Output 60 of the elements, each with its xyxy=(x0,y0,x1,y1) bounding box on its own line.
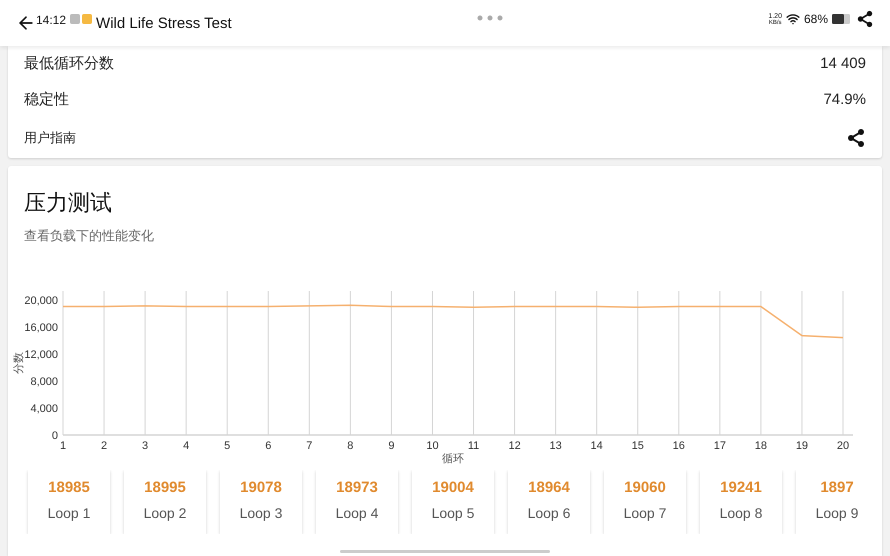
y-tick-label: 4,000 xyxy=(30,402,58,414)
x-tick-label: 1 xyxy=(60,440,66,452)
x-tick-label: 11 xyxy=(468,440,480,452)
loop-label: Loop 9 xyxy=(816,504,858,523)
x-axis-title: 循环 xyxy=(442,452,464,464)
x-tick-label: 9 xyxy=(388,440,394,452)
loop-label: Loop 7 xyxy=(624,504,666,523)
section-subtitle: 查看负载下的性能变化 xyxy=(23,227,155,245)
battery-level: 68% xyxy=(804,11,828,28)
loop-label: Loop 5 xyxy=(432,504,474,523)
loop-label: Loop 4 xyxy=(336,504,378,523)
window-title: Wild Life Stress Test xyxy=(96,14,232,34)
y-tick-label: 12,000 xyxy=(24,348,58,360)
x-tick-label: 10 xyxy=(426,440,439,452)
x-tick-label: 19 xyxy=(796,440,808,452)
stat-value: 14 409 xyxy=(820,54,866,74)
loop-score: 18964 xyxy=(528,480,570,494)
stat-label: 稳定性 xyxy=(24,90,69,110)
loop-label: Loop 3 xyxy=(240,504,282,523)
x-tick-label: 16 xyxy=(672,440,685,452)
y-axis-title: 分数 xyxy=(13,352,25,374)
loop-score: 18973 xyxy=(336,480,378,494)
x-tick-label: 2 xyxy=(101,440,108,452)
x-tick-label: 8 xyxy=(347,440,354,452)
x-tick-label: 17 xyxy=(714,440,726,452)
loop-label: Loop 8 xyxy=(720,504,762,523)
loop-score: 18985 xyxy=(48,480,90,494)
share-icon[interactable] xyxy=(856,10,874,28)
share-icon[interactable] xyxy=(846,128,866,148)
y-tick-label: 20,000 xyxy=(24,294,58,306)
stat-value: 74.9% xyxy=(823,90,866,110)
loop-score: 19078 xyxy=(240,480,282,494)
section-title: 压力测试 xyxy=(23,192,113,214)
x-tick-label: 7 xyxy=(306,440,312,452)
wifi-icon xyxy=(786,12,800,26)
x-tick-label: 6 xyxy=(265,440,272,452)
x-tick-label: 15 xyxy=(632,440,644,452)
loop-label: Loop 6 xyxy=(528,504,570,523)
loop-score: 18995 xyxy=(144,480,186,494)
user-guide-link[interactable]: 用户指南 xyxy=(24,128,76,148)
loop-score: 1897 xyxy=(820,480,854,494)
x-tick-label: 5 xyxy=(224,440,230,452)
x-tick-label: 12 xyxy=(508,440,521,452)
x-tick-label: 4 xyxy=(183,440,190,452)
y-tick-label: 16,000 xyxy=(24,321,58,334)
loop-score: 19004 xyxy=(432,480,474,494)
battery-icon xyxy=(832,13,852,25)
loop-score: 19060 xyxy=(624,480,666,494)
x-tick-label: 14 xyxy=(590,440,603,452)
y-tick-label: 8,000 xyxy=(30,375,58,388)
stat-label: 最低循环分数 xyxy=(24,54,114,74)
status-time: 14:12 xyxy=(36,12,66,29)
x-tick-label: 20 xyxy=(836,440,850,452)
loop-label: Loop 2 xyxy=(144,504,186,523)
loop-label: Loop 1 xyxy=(48,504,90,523)
x-tick-label: 3 xyxy=(142,440,148,452)
x-tick-label: 18 xyxy=(754,440,768,452)
loop-score: 19241 xyxy=(720,480,762,494)
y-tick-label: 0 xyxy=(52,430,58,442)
x-tick-label: 13 xyxy=(550,440,562,452)
